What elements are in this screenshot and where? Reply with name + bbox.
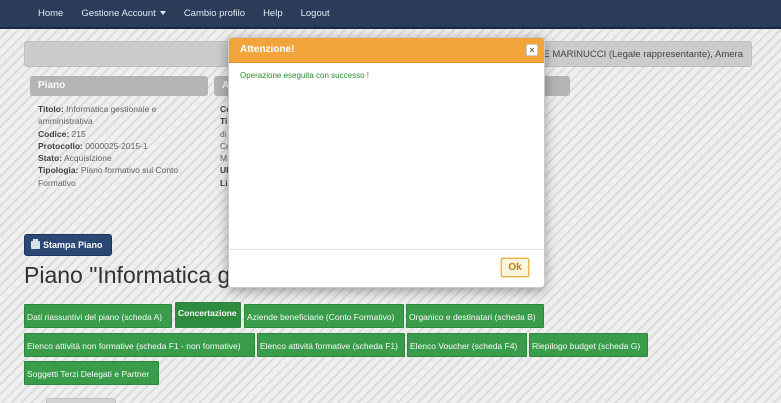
dialog-title: Attenzione! <box>240 44 295 55</box>
success-message: Operazione eseguita con successo ! <box>240 71 369 80</box>
alert-dialog: Attenzione! × Operazione eseguita con su… <box>228 37 545 288</box>
dialog-footer: Ok <box>229 249 544 287</box>
dialog-body: Operazione eseguita con successo ! <box>229 63 544 249</box>
dialog-header: Attenzione! × <box>229 38 544 63</box>
close-icon[interactable]: × <box>526 44 538 56</box>
ok-button[interactable]: Ok <box>501 258 529 277</box>
